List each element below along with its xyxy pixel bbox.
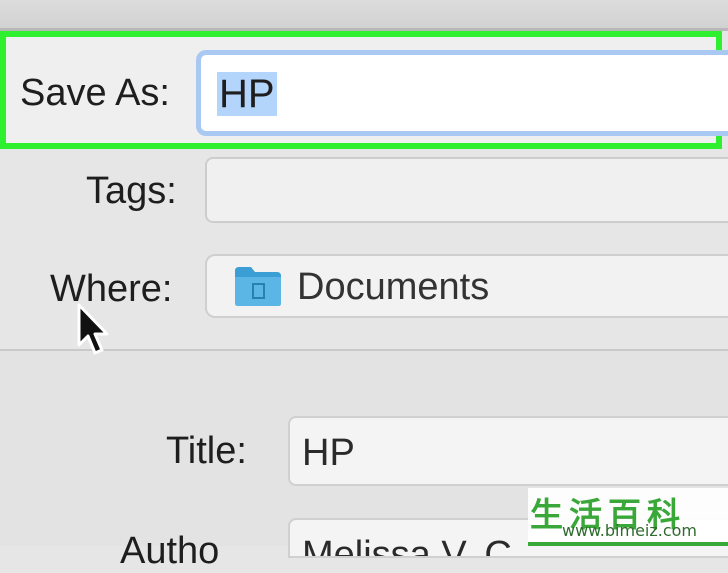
tags-input[interactable]	[205, 157, 728, 223]
title-value: HP	[302, 432, 355, 474]
where-location-popup[interactable]: Documents	[205, 254, 728, 318]
site-watermark: 生活百科 www.bimeiz.com	[528, 488, 728, 546]
tags-label: Tags:	[86, 170, 177, 212]
title-label: Title:	[166, 430, 247, 472]
folder-icon	[235, 267, 281, 306]
where-value: Documents	[297, 266, 490, 308]
watermark-url: www.bimeiz.com	[562, 521, 698, 540]
watermark-bar	[528, 542, 728, 546]
window-title-bar	[0, 0, 728, 31]
author-value: Melissa V. C	[302, 534, 512, 558]
save-as-label: Save As:	[20, 72, 170, 114]
save-as-value: HP	[217, 72, 277, 116]
title-input[interactable]: HP	[288, 416, 728, 486]
mouse-pointer-icon	[77, 303, 109, 355]
save-as-input[interactable]: HP	[196, 50, 728, 136]
author-label: Autho	[120, 530, 220, 572]
